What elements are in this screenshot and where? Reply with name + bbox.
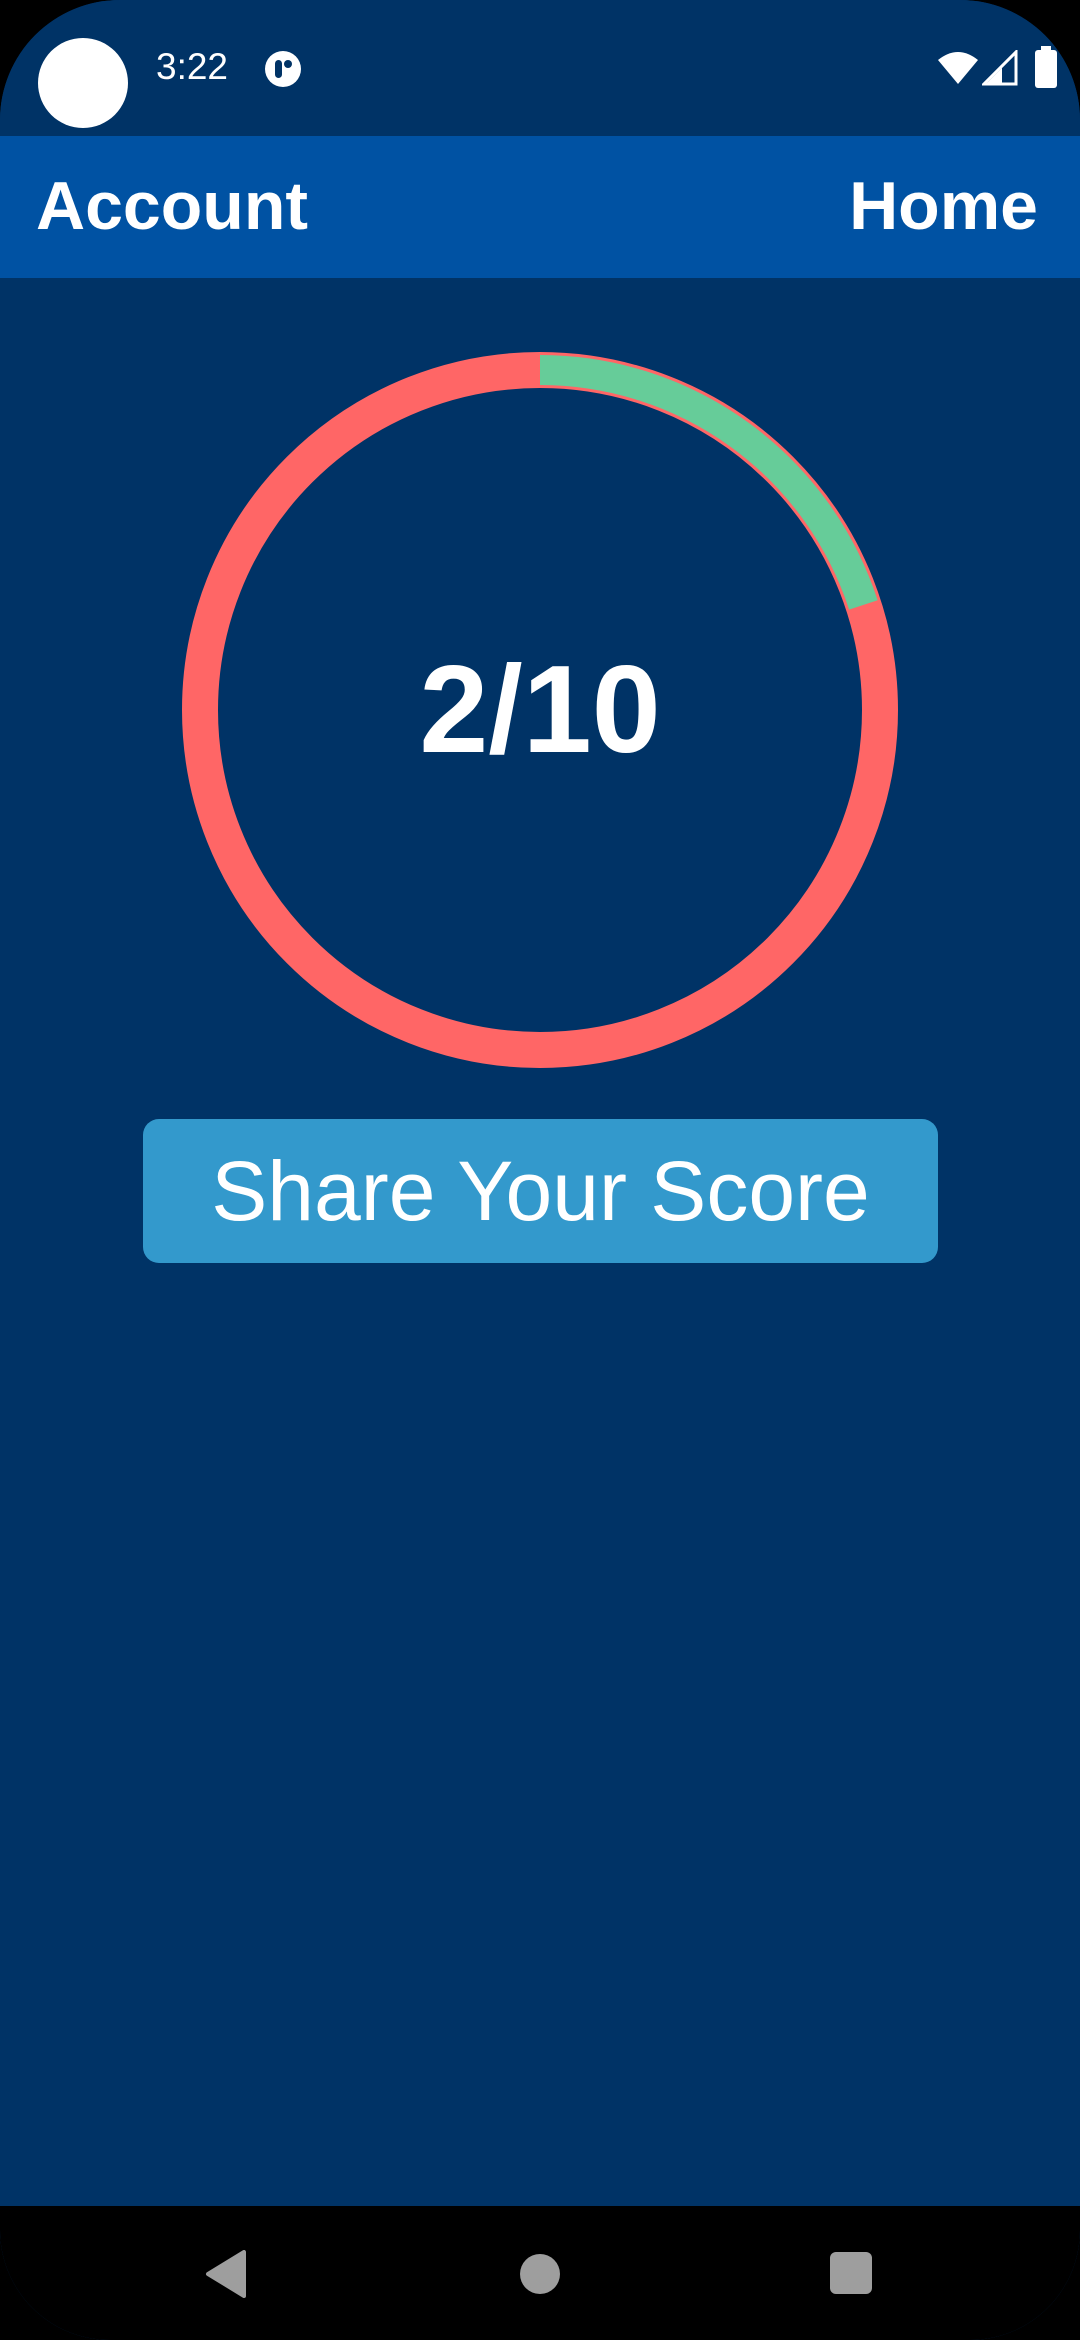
score-value: 2/10: [419, 641, 661, 779]
status-time: 3:22: [156, 46, 229, 87]
notification-icon: [265, 51, 301, 87]
status-bar: 3:22: [0, 0, 1080, 136]
account-link[interactable]: Account: [36, 172, 308, 240]
battery-icon: [1035, 46, 1057, 88]
camera-cutout: [38, 38, 128, 128]
share-score-button[interactable]: Share Your Score: [143, 1119, 938, 1263]
navigation-bar: [0, 2206, 1080, 2340]
app-screen: 3:22 Account Home 2/10 Share Your Score: [0, 0, 1080, 2340]
home-icon[interactable]: [520, 2254, 560, 2294]
wifi-icon: [938, 52, 978, 84]
back-icon[interactable]: [204, 2250, 248, 2298]
home-link[interactable]: Home: [849, 172, 1038, 240]
cell-signal-icon: [982, 50, 1018, 86]
app-bar: Account Home: [0, 136, 1080, 278]
recents-icon[interactable]: [830, 2252, 872, 2294]
